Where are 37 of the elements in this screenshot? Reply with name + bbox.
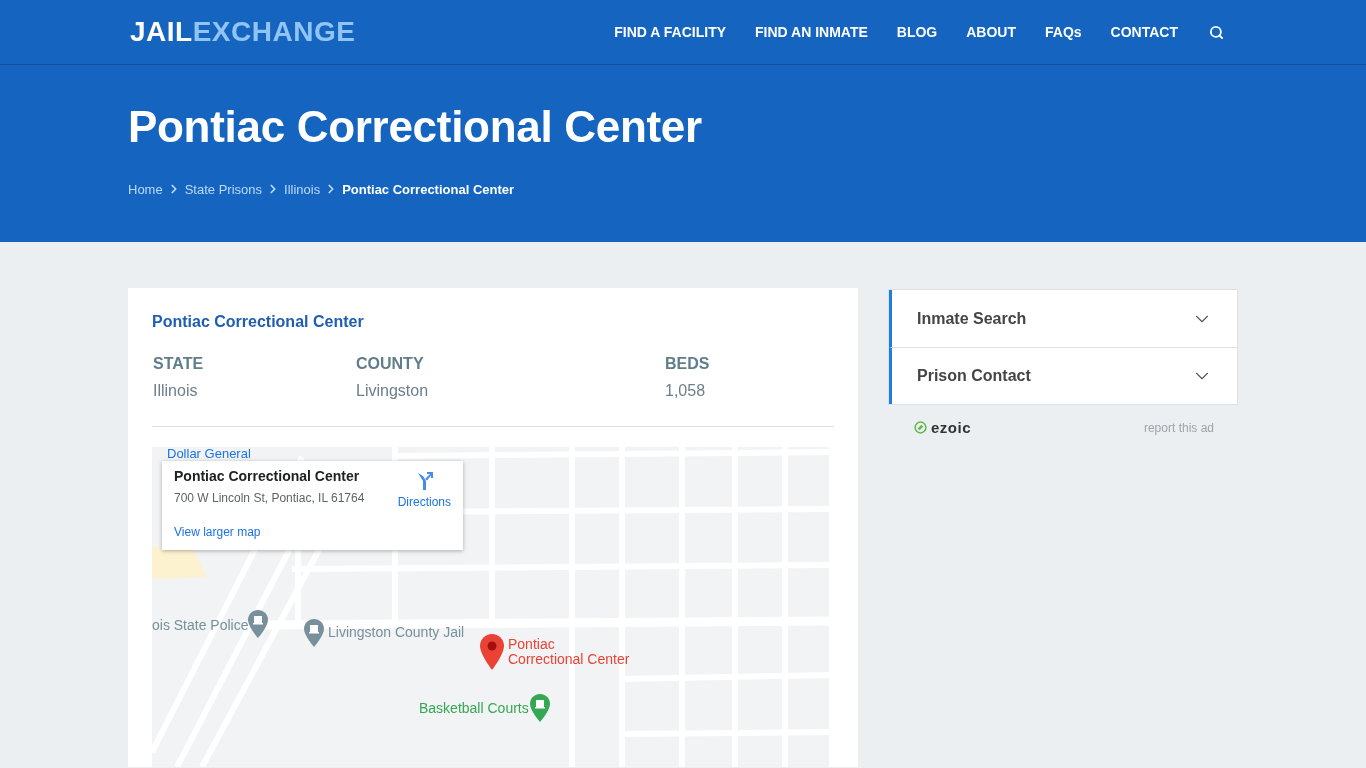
map-place-label: ois State Police xyxy=(152,617,249,633)
nav-link[interactable]: ABOUT xyxy=(966,25,1016,39)
stat-value: Livingston xyxy=(356,382,429,400)
map-pin-icon[interactable] xyxy=(248,610,268,638)
site-logo[interactable]: JAILEXCHANGE xyxy=(130,18,356,46)
nav-link[interactable]: FIND AN INMATE xyxy=(755,25,868,39)
map-place-label: Dollar General xyxy=(167,447,251,460)
stat-value: Illinois xyxy=(153,382,198,400)
breadcrumb-current[interactable]: Pontiac Correctional Center xyxy=(342,182,515,196)
map-place-label: Pontiac Correctional Center xyxy=(508,637,631,667)
card-title: Pontiac Correctional Center xyxy=(152,313,364,331)
search-icon xyxy=(1209,24,1224,40)
directions-link[interactable]: Directions xyxy=(397,461,463,509)
stat-label: COUNTY xyxy=(356,355,424,373)
map-pin-icon[interactable] xyxy=(304,619,324,647)
accordion-header[interactable]: Prison Contact xyxy=(889,347,1237,404)
place-name: Pontiac Correctional Center xyxy=(174,468,360,485)
breadcrumb-link[interactable]: Home xyxy=(128,182,163,196)
nav-link[interactable]: FAQs xyxy=(1045,25,1082,39)
view-larger-map-link[interactable]: View larger map xyxy=(174,525,261,539)
nav-link[interactable]: CONTACT xyxy=(1110,25,1178,39)
breadcrumb-link[interactable]: State Prisons xyxy=(184,182,262,196)
map-pin-icon[interactable] xyxy=(530,694,550,722)
map-marker-icon[interactable] xyxy=(480,634,504,670)
stat-label: BEDS xyxy=(665,355,710,373)
breadcrumb-link[interactable]: Illinois xyxy=(284,182,321,196)
nav-link[interactable]: BLOG xyxy=(896,25,938,39)
ring-logo-icon xyxy=(914,421,927,434)
stat-label: STATE xyxy=(153,355,204,373)
search-button[interactable] xyxy=(1209,24,1224,40)
map-place-label: Basketball Courts xyxy=(419,700,529,716)
stat-value: 1,058 xyxy=(665,382,706,400)
page-title: Pontiac Correctional Center xyxy=(128,103,702,151)
map-place-label: Livingston County Jail xyxy=(328,624,465,640)
place-address: 700 W Lincoln St, Pontiac, IL 61764 xyxy=(174,491,365,505)
ezoic-brand: ezoic xyxy=(931,420,971,435)
nav-link[interactable]: FIND A FACILITY xyxy=(614,25,726,39)
